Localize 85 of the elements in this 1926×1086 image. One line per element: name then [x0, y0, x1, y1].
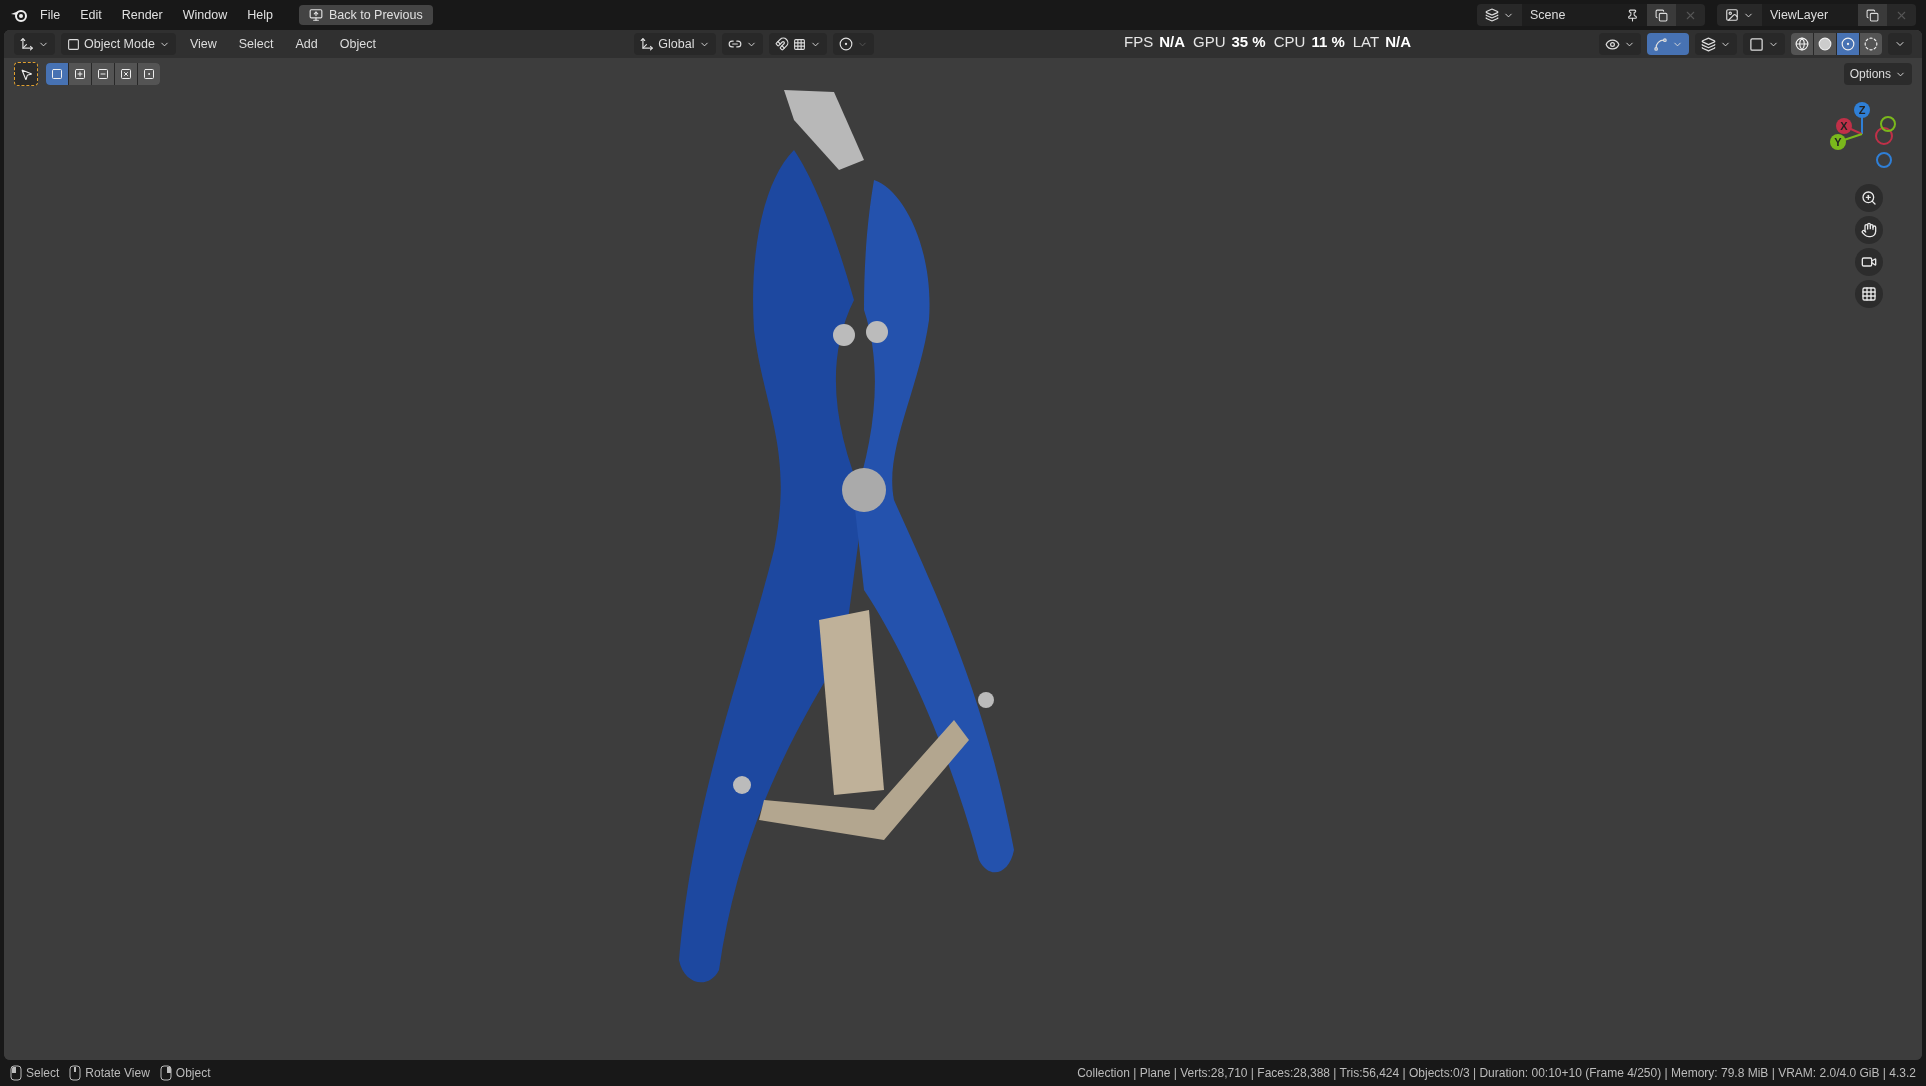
stat-label: GPU [1193, 32, 1226, 50]
editor-type-button[interactable] [14, 33, 55, 55]
cursor-icon [19, 67, 33, 81]
app-logo-icon[interactable] [10, 7, 28, 23]
orientation-dropdown[interactable]: Global [634, 33, 716, 55]
overlay-toggle[interactable] [1695, 33, 1737, 55]
scene-selector[interactable]: Scene [1477, 4, 1705, 26]
menu-item[interactable]: Add [287, 34, 326, 54]
material-shading-button[interactable] [1837, 33, 1859, 55]
stat-value: N/A [1385, 32, 1411, 50]
axis-handle[interactable] [1880, 116, 1896, 132]
eye-icon [1605, 36, 1620, 52]
proportional-edit-button[interactable] [832, 33, 874, 55]
xray-toggle[interactable] [1743, 33, 1785, 55]
solid-shading-button[interactable] [1814, 33, 1836, 55]
image-icon [1725, 8, 1739, 22]
pivot-dropdown[interactable] [721, 33, 763, 55]
zoom-icon [1861, 190, 1877, 206]
select-intersect-button[interactable] [138, 63, 160, 85]
menu-item[interactable]: View [181, 34, 225, 54]
sphere-icon [1864, 37, 1878, 51]
snap-button[interactable] [768, 33, 827, 55]
stat-label: LAT [1352, 32, 1380, 50]
mode-dropdown[interactable]: Object Mode [61, 33, 176, 55]
stat-value: N/A [1159, 32, 1185, 50]
copy-icon [1866, 8, 1879, 22]
square-icon [67, 37, 80, 51]
monitor-icon [308, 8, 323, 22]
select-invert-button[interactable] [115, 63, 137, 85]
camera-icon [1861, 254, 1877, 270]
sphere-icon [1818, 37, 1832, 51]
stat-value: 35 % [1231, 32, 1266, 50]
gizmo-icon [1653, 36, 1668, 52]
menu-item[interactable]: Render [113, 5, 171, 25]
overlay-icon [1701, 36, 1716, 52]
rendered-shading-button[interactable] [1860, 33, 1882, 55]
square-plus-icon [74, 68, 86, 80]
menu-item[interactable]: Select [230, 34, 282, 54]
magnet-icon [774, 37, 789, 51]
mouse-icon [69, 1065, 82, 1081]
globe-icon [1795, 37, 1809, 51]
menu-item[interactable]: Object [331, 34, 384, 54]
square-x-icon [120, 68, 132, 80]
mouse-icon [159, 1065, 172, 1081]
shading-options-button[interactable] [1888, 33, 1912, 55]
stat-value: 11 % [1311, 32, 1345, 50]
axis-handle[interactable]: Z [1854, 102, 1870, 118]
link-icon [727, 37, 742, 51]
axes-icon [640, 37, 655, 51]
wireframe-shading-button[interactable] [1791, 33, 1813, 55]
stat-label: CPU [1273, 32, 1306, 50]
axis-handle[interactable] [1876, 152, 1892, 168]
pin-icon [1626, 8, 1639, 22]
visibility-toggle[interactable] [1599, 33, 1641, 55]
view-layer-selector[interactable]: ViewLayer [1717, 4, 1916, 26]
scene-statistics: Collection | Plane | Verts:28,710 | Faces:28,388 | Tris:56,424 | Objects:0/3 | Duration: 00:10+10 (Frame 4/250) | Memory: 79.8 MiB | VRAM: 2.0/4.0 GiB | 4.3.2 [1077, 1066, 1916, 1080]
gizmo-toggle[interactable] [1647, 33, 1689, 55]
menu-item[interactable]: Window [174, 5, 236, 25]
select-extend-button[interactable] [69, 63, 91, 85]
mouse-icon [10, 1065, 22, 1081]
sphere-icon [1841, 37, 1855, 51]
square-minus-icon [97, 68, 109, 80]
status-hint: Object [175, 1066, 211, 1080]
menu-item[interactable]: Edit [72, 5, 110, 25]
options-dropdown[interactable]: Options [1843, 63, 1912, 85]
menu-item[interactable]: File [32, 5, 69, 25]
hand-icon [1861, 222, 1877, 238]
circle-dot-icon [838, 37, 853, 51]
axis-handle[interactable]: Y [1830, 134, 1846, 150]
layers-icon [1485, 8, 1499, 22]
grid-icon [1861, 286, 1877, 302]
axes-icon [20, 37, 34, 51]
select-new-button[interactable] [46, 63, 68, 85]
stat-label: FPS [1123, 32, 1154, 50]
select-tool-button[interactable] [14, 62, 38, 86]
grid-icon [792, 37, 806, 51]
xray-icon [1749, 36, 1764, 52]
square-icon [51, 68, 63, 80]
select-subtract-button[interactable] [92, 63, 114, 85]
axis-handle[interactable] [1875, 127, 1893, 145]
menu-item[interactable]: Help [239, 5, 281, 25]
status-hint: Select [26, 1066, 60, 1080]
copy-icon [1655, 8, 1668, 22]
status-hint: Rotate View [85, 1066, 150, 1080]
back-to-previous-button[interactable]: Back to Previous [298, 5, 433, 25]
